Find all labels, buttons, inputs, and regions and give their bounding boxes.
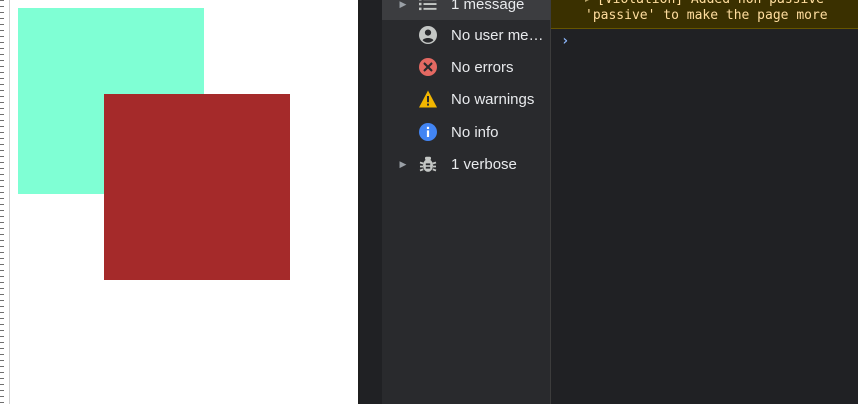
- list-icon: [418, 0, 438, 14]
- console-sidebar: ▶ 1 message ▶: [382, 0, 551, 404]
- sidebar-item-warnings[interactable]: ▶ No warnings: [382, 83, 550, 115]
- sidebar-item-label: No errors: [451, 58, 514, 76]
- sidebar-item-label: No warnings: [451, 90, 535, 108]
- devtools-gutter: [360, 0, 382, 404]
- console-output: ▶ [Violation] Added non-passive 'passive…: [551, 0, 858, 404]
- sidebar-item-label: No user me…: [451, 26, 544, 44]
- sidebar-item-errors[interactable]: ▶ No errors: [382, 51, 550, 83]
- sidebar-item-label: 1 verbose: [451, 155, 517, 173]
- bug-icon: [418, 154, 438, 174]
- sidebar-item-user-messages[interactable]: ▶ No user me…: [382, 19, 550, 51]
- warning-text: [Violation] Added non-passive: [597, 0, 824, 8]
- sidebar-item-label: 1 message: [451, 0, 525, 13]
- sidebar-item-info[interactable]: ▶ No info: [382, 116, 550, 148]
- sidebar-item-verbose[interactable]: ▶ 1 verbose: [382, 148, 550, 180]
- error-icon: [418, 57, 438, 77]
- page-viewport: [0, 0, 360, 404]
- brown-square: [104, 94, 290, 280]
- console-prompt[interactable]: ›: [551, 30, 858, 54]
- sidebar-item-messages[interactable]: ▶ 1 message: [382, 0, 550, 20]
- vertical-ruler: [0, 0, 10, 404]
- expand-arrow-icon[interactable]: ▶: [585, 0, 591, 3]
- sidebar-item-label: No info: [451, 123, 499, 141]
- info-icon: [418, 122, 438, 142]
- warning-icon: [418, 89, 438, 109]
- expand-arrow-icon[interactable]: ▶: [396, 159, 410, 170]
- violation-warning-message[interactable]: ▶ [Violation] Added non-passive 'passive…: [551, 0, 858, 29]
- warning-text: 'passive' to make the page more: [585, 8, 828, 23]
- expand-arrow-icon[interactable]: ▶: [396, 0, 410, 10]
- screen: ▶ 1 message ▶: [0, 0, 858, 404]
- prompt-chevron-icon: ›: [561, 33, 570, 49]
- user-icon: [418, 25, 438, 45]
